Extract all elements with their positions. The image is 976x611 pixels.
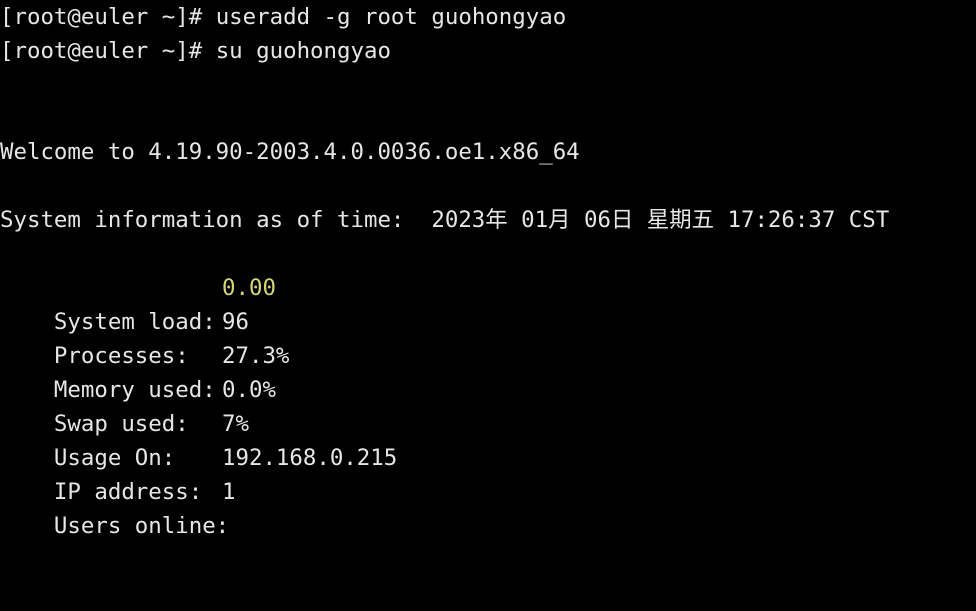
stat-value: 7% [222, 411, 249, 437]
stat-row-ip-address: IP address: 192.168.0.215 [0, 441, 397, 505]
stat-value: 1 [222, 479, 236, 505]
stat-value: 0.0% [222, 377, 276, 403]
terminal-window[interactable]: [root@euler ~]# useradd -g root guohongy… [0, 0, 976, 539]
stat-value: 0.00 [222, 275, 276, 301]
stat-row-memory-used: Memory used: 27.3% [0, 339, 289, 403]
system-info-time: System information as of time: 2023年 01月… [0, 207, 890, 233]
stat-row-system-load: System load: 0.00 [0, 271, 276, 335]
stat-row-swap-used: Swap used: 0.0% [0, 373, 276, 437]
stat-row-users-online: Users online: 1 [0, 475, 236, 539]
stat-row-processes: Processes: 96 [0, 305, 249, 369]
command-line-useradd: [root@euler ~]# useradd -g root guohongy… [0, 0, 566, 34]
command-line-su: [root@euler ~]# su guohongyao [0, 34, 391, 68]
shell-prompt: [root@euler ~]# [0, 38, 216, 64]
stat-value: 27.3% [222, 343, 290, 369]
welcome-message: Welcome to 4.19.90-2003.4.0.0036.oe1.x86… [0, 139, 580, 165]
command-text: su guohongyao [215, 38, 391, 64]
stat-value: 192.168.0.215 [222, 445, 398, 471]
shell-prompt: [root@euler ~]# [0, 4, 216, 30]
stat-row-usage-on: Usage On: 7% [0, 407, 249, 471]
stat-value: 96 [222, 309, 249, 335]
command-text: useradd -g root guohongyao [215, 4, 567, 30]
stat-label: Users online: [53, 513, 230, 539]
